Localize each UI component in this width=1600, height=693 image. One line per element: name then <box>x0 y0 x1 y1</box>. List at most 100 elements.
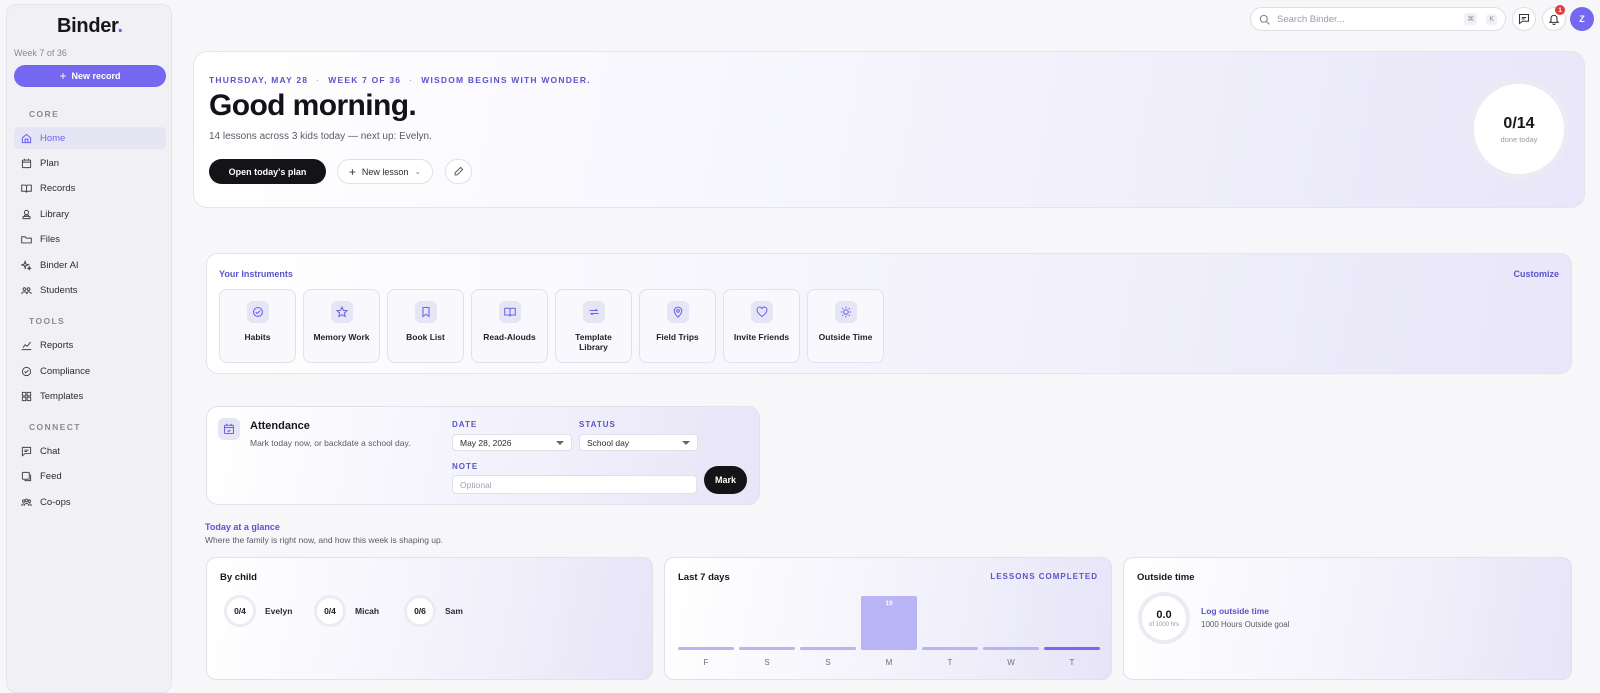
instrument-outside-time[interactable]: Outside Time <box>807 289 884 363</box>
outside-hours-value: 0.0 <box>1156 608 1172 621</box>
chart-day-label: T <box>947 658 953 667</box>
hero-motto: WISDOM BEGINS WITH WONDER. <box>421 75 591 85</box>
customize-link[interactable]: Customize <box>1513 269 1559 279</box>
messages-button[interactable] <box>1512 7 1536 31</box>
kid-progress-ring: 0/4 <box>314 595 346 627</box>
note-input[interactable] <box>452 475 697 494</box>
sun-icon <box>840 306 851 318</box>
hero-week: WEEK 7 OF 36 <box>328 75 402 85</box>
hero-date: THURSDAY, MAY 28 <box>209 75 309 85</box>
week-indicator: Week 7 of 36 <box>14 48 67 58</box>
glance-title: Today at a glance <box>205 522 280 532</box>
feed-icon <box>21 471 32 481</box>
sidebar-item-compliance[interactable]: Compliance <box>14 360 166 382</box>
instrument-field-trips[interactable]: Field Trips <box>639 289 716 363</box>
dropdown-arrow-icon <box>556 440 564 445</box>
kid-evelyn[interactable]: 0/4 Evelyn <box>224 595 292 627</box>
search-input[interactable] <box>1277 13 1456 25</box>
status-select[interactable]: School day <box>579 434 698 451</box>
chart-bar <box>678 647 734 650</box>
notifications-button[interactable]: 1 <box>1542 5 1566 31</box>
sidebar: Binder. Week 7 of 36 + New record CORE H… <box>6 4 172 693</box>
instrument-habits[interactable]: Habits <box>219 289 296 363</box>
date-select[interactable]: May 28, 2026 <box>452 434 572 451</box>
last-7-days-panel: Last 7 days LESSONS COMPLETED F S S 19 M T W T <box>664 557 1112 680</box>
instrument-template-library[interactable]: Template Library <box>555 289 632 363</box>
note-label: NOTE <box>452 462 479 471</box>
chart-bar <box>739 647 795 650</box>
greeting-title: Good morning. <box>209 89 417 122</box>
chart-bar <box>800 647 856 650</box>
user-avatar[interactable]: Z <box>1570 7 1594 31</box>
stack-icon <box>22 209 31 219</box>
kbd-cmd: ⌘ <box>1464 13 1478 25</box>
chart-bar <box>1044 647 1100 650</box>
book-icon <box>21 184 32 193</box>
daily-progress-ring: 0/14 done today <box>1469 79 1569 179</box>
sidebar-item-feed[interactable]: Feed <box>14 465 166 487</box>
instrument-book-list[interactable]: Book List <box>387 289 464 363</box>
plus-icon: + <box>348 164 356 179</box>
map-pin-icon <box>673 306 682 318</box>
check-circle-icon <box>21 366 32 376</box>
sidebar-item-students[interactable]: Students <box>14 279 166 301</box>
hero-eyebrow: THURSDAY, MAY 28 · WEEK 7 OF 36 · WISDOM… <box>209 75 591 85</box>
chat-icon <box>21 446 32 457</box>
grid-icon <box>21 391 32 401</box>
bookmark-icon <box>421 306 430 318</box>
sidebar-item-binder-ai[interactable]: Binder AI <box>14 254 166 276</box>
sidebar-item-reports[interactable]: Reports <box>14 334 166 356</box>
sidebar-item-co-ops[interactable]: Co-ops <box>14 491 166 513</box>
kid-sam[interactable]: 0/6 Sam <box>404 595 463 627</box>
attendance-icon-wrap <box>218 418 240 440</box>
heart-icon <box>756 306 767 318</box>
date-label: DATE <box>452 420 478 429</box>
kid-name: Evelyn <box>265 606 293 616</box>
open-plan-button[interactable]: Open today's plan <box>209 159 326 184</box>
check-circle-icon <box>252 306 263 318</box>
new-record-button[interactable]: + New record <box>14 65 166 87</box>
message-icon <box>1518 13 1530 25</box>
outside-time-title: Outside time <box>1137 572 1195 583</box>
progress-label: done today <box>1500 134 1538 144</box>
attendance-card: Attendance Mark today now, or backdate a… <box>206 406 760 505</box>
repeat-icon <box>589 308 598 316</box>
section-label-connect: CONNECT <box>29 422 81 432</box>
hero-card: THURSDAY, MAY 28 · WEEK 7 OF 36 · WISDOM… <box>193 51 1585 208</box>
sidebar-item-records[interactable]: Records <box>14 177 166 199</box>
star-icon <box>335 306 348 318</box>
outside-progress-ring: 0.0 of 1000 hrs <box>1138 592 1190 644</box>
calendar-check-icon <box>223 423 235 435</box>
instrument-read-alouds[interactable]: Read-Alouds <box>471 289 548 363</box>
sidebar-item-plan[interactable]: Plan <box>14 152 166 174</box>
open-book-icon <box>503 307 516 317</box>
last-7-days-title: Last 7 days <box>678 572 730 583</box>
kbd-k: K <box>1486 13 1497 25</box>
kid-micah[interactable]: 0/4 Micah <box>314 595 379 627</box>
progress-value: 0/14 <box>1503 114 1535 132</box>
sidebar-item-chat[interactable]: Chat <box>14 440 166 462</box>
edit-button[interactable] <box>445 159 472 184</box>
chart-day-label: T <box>1069 658 1075 667</box>
kid-progress-ring: 0/4 <box>224 595 256 627</box>
search-bar[interactable]: ⌘ K <box>1250 7 1506 31</box>
eyebrow-separator: · <box>316 75 321 85</box>
greeting-subline: 14 lessons across 3 kids today — next up… <box>209 131 432 142</box>
sidebar-item-files[interactable]: Files <box>14 228 166 250</box>
pencil-icon <box>454 166 464 176</box>
notification-badge: 1 <box>1555 5 1565 15</box>
lessons-completed-legend: LESSONS COMPLETED <box>990 572 1098 581</box>
app-logo[interactable]: Binder. <box>57 15 123 38</box>
sidebar-item-templates[interactable]: Templates <box>14 385 166 407</box>
mark-button[interactable]: Mark <box>704 466 747 494</box>
outside-goal-text: 1000 Hours Outside goal <box>1201 620 1290 629</box>
instrument-invite-friends[interactable]: Invite Friends <box>723 289 800 363</box>
attendance-title: Attendance <box>250 420 310 432</box>
group-icon <box>21 498 32 506</box>
sidebar-item-library[interactable]: Library <box>14 203 166 225</box>
instrument-memory-work[interactable]: Memory Work <box>303 289 380 363</box>
sidebar-item-home[interactable]: Home <box>14 127 166 149</box>
section-label-core: CORE <box>29 109 60 119</box>
log-outside-time-link[interactable]: Log outside time <box>1201 606 1269 616</box>
new-lesson-button[interactable]: + New lesson ⌄ <box>337 159 433 184</box>
